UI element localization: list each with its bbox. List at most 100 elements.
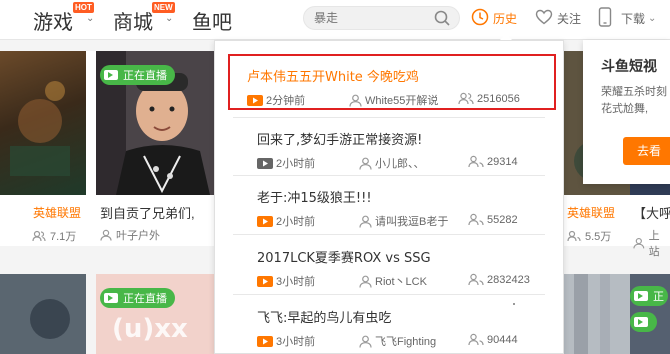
history-item[interactable]: 老于:冲15级狼王!!! 2小时前 请叫我逗B老于 55282 [229,177,545,233]
history-item-views: 29314 [468,155,518,168]
anchor-name[interactable]: 上站 [633,227,670,259]
history-item-title[interactable]: 2017LCK夏季赛ROX vs SSG [257,247,431,266]
user-icon [359,335,372,348]
viewers-icon [468,333,484,346]
anchor-name-value: 上站 [648,230,660,258]
chevron-down-icon: ⌄ [648,12,657,24]
user-icon [359,215,372,228]
history-item-views: 55282 [468,213,518,226]
history-item-anchor: White55开解说 [349,92,438,108]
divider [233,117,545,118]
history-item-title[interactable]: 卢本伟五五开White 今晚吃鸡 [247,66,419,85]
history-item-time: 3小时前 [257,273,315,289]
history-item-time: 2小时前 [257,155,315,171]
history-item-anchor-value: 请叫我逗B老于 [375,216,449,228]
history-item-anchor: 小儿郎、、 [359,155,425,171]
history-item-views-value: 55282 [487,213,518,226]
search-input[interactable] [314,7,434,29]
hot-badge: HOT [73,2,94,13]
nav-yuba[interactable]: 鱼吧 [192,6,232,35]
history-item-time-value: 2分钟前 [266,95,306,107]
history-item-time: 2分钟前 [247,92,305,108]
viewer-count-value: 7.1万 [50,231,77,243]
search-icon[interactable] [434,10,450,31]
history-item-title[interactable]: 飞飞:早起的鸟儿有虫吃 [257,307,391,326]
history-item-time-value: 2小时前 [276,216,316,228]
video-icon [257,157,273,169]
promo-description: 荣耀五杀时刻花式尬舞, [601,86,667,115]
stream-thumbnail[interactable]: (u)xx 正在直播 [96,274,214,354]
history-item-time-value: 2小时前 [276,158,316,170]
history-item[interactable]: 飞飞:早起的鸟儿有虫吃 3小时前 飞飞Fighting 90444 [229,297,545,353]
video-icon [257,215,273,227]
history-item-time: 3小时前 [257,333,315,349]
history-item[interactable]: 2017LCK夏季赛ROX vs SSG 3小时前 Riot丶LCK 28324… [229,237,545,293]
stream-card[interactable]: 正在直播 到自贡了兄弟们, 叶子户外 [96,51,214,246]
chevron-down-icon[interactable]: ⌄ [165,13,173,24]
anchor-name-value: 叶子户外 [116,230,160,242]
dropdown-caret [500,33,512,40]
history-item-time-value: 3小时前 [276,336,316,348]
history-item[interactable]: 回来了,梦幻手游正常接资源! 2小时前 小儿郎、、 29314 [229,119,545,175]
viewers-icon [468,155,484,168]
follow-button[interactable]: 关注 [535,8,581,28]
game-label[interactable]: 英雄联盟 [567,204,615,221]
nav-mall[interactable]: 商城 [113,6,153,35]
nav-games[interactable]: 游戏 [33,6,73,35]
history-item-anchor-value: Riot丶LCK [375,276,427,288]
video-icon [257,335,273,347]
divider [233,234,545,235]
viewer-count-value: 5.5万 [585,231,612,243]
history-item-anchor: 请叫我逗B老于 [359,213,448,229]
user-icon [100,229,112,241]
clock-icon [471,8,489,29]
viewers-icon [468,273,484,286]
live-status-tag: 正在直播 [100,65,175,85]
history-item-anchor: 飞飞Fighting [359,333,436,349]
video-icon [257,275,273,287]
history-item-time: 2小时前 [257,213,315,229]
top-header: 游戏 HOT ⌄ 商城 NEW ⌄ 鱼吧 历史 关注 下载 ⌄ [0,0,670,40]
chevron-down-icon[interactable]: ⌄ [86,13,94,24]
user-icon [633,237,645,249]
stream-thumbnail[interactable] [564,274,630,354]
history-button[interactable]: 历史 [471,8,517,28]
game-label[interactable]: 英雄联盟 [33,204,81,221]
stream-title[interactable]: 到自贡了兄弟们, [100,203,214,222]
history-item-views-value: 90444 [487,333,518,346]
user-icon [359,275,372,288]
viewers-icon [468,213,484,226]
anchor-name[interactable]: 叶子户外 [100,227,160,243]
stream-thumbnail[interactable] [0,274,86,354]
promo-watch-button[interactable]: 去看 [623,137,670,165]
history-item-views: 2832423 [468,273,530,286]
history-item-anchor-value: 小儿郎、、 [375,158,425,170]
history-item[interactable]: 卢本伟五五开White 今晚吃鸡 2分钟前 White55开解说 2516056 [228,54,556,110]
viewer-count: 7.1万 [32,228,76,244]
phone-icon [598,6,612,30]
stream-card-partial[interactable]: 英雄联盟 7.1万 [0,51,96,246]
user-icon [359,157,372,170]
history-item-anchor-value: 飞飞Fighting [375,336,437,348]
history-item-time-value: 3小时前 [276,276,316,288]
video-camera-icon [634,317,648,327]
history-item-title[interactable]: 回来了,梦幻手游正常接资源! [257,129,422,148]
history-item-views: 2516056 [458,92,520,105]
follow-label: 关注 [557,11,582,26]
live-label: 正在直播 [123,70,167,82]
promo-title: 斗鱼短视 [601,58,657,74]
stream-thumbnail[interactable]: 正 [630,274,670,354]
stream-thumbnail[interactable] [0,51,86,195]
history-item-views-value: 2832423 [487,273,530,286]
live-label: 正在直播 [123,293,167,305]
live-label: 正 [653,291,664,303]
history-item-anchor: Riot丶LCK [359,273,427,289]
history-item-title[interactable]: 老于:冲15级狼王!!! [257,187,372,206]
history-label: 历史 [493,11,518,26]
download-label: 下载 [621,11,646,26]
stream-thumbnail[interactable]: 正在直播 [96,51,214,195]
download-button[interactable]: 下载 ⌄ [598,6,657,30]
stream-title[interactable]: 【大呼 [633,203,670,222]
divider [233,294,545,295]
video-camera-icon [634,291,648,301]
